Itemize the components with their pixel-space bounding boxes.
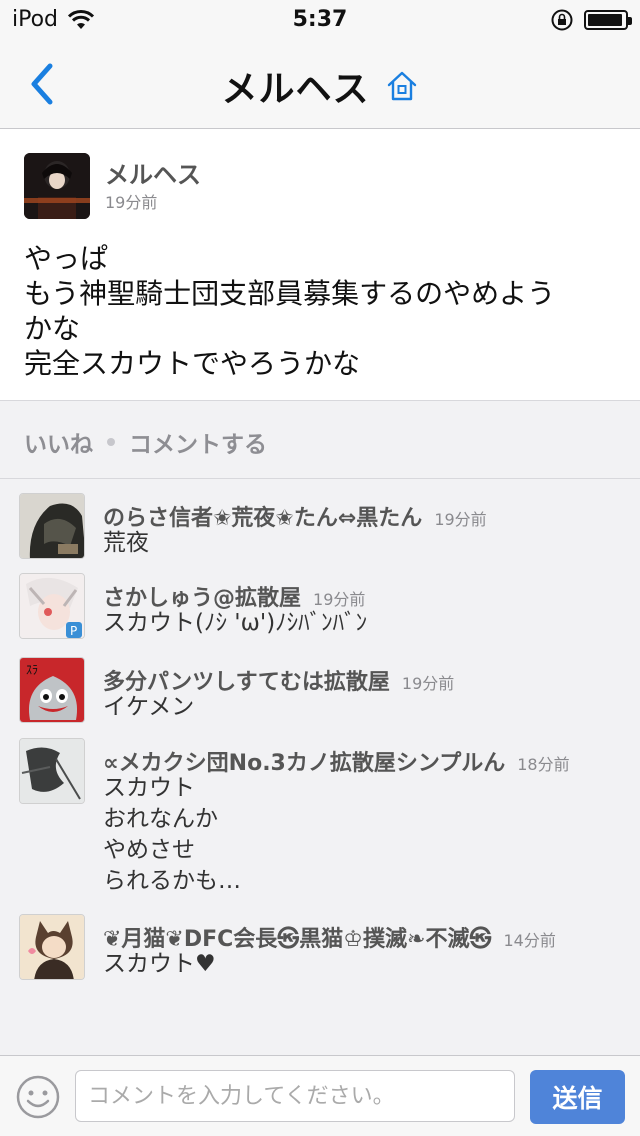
comment-avatar[interactable]: P xyxy=(19,573,85,639)
post-body-line: もう神聖騎士団支部員募集するのやめよう xyxy=(24,277,556,310)
comment-text-line: スカウト♥ xyxy=(103,951,216,977)
svg-text:P: P xyxy=(70,624,77,638)
comment-input-bar: 送信 xyxy=(0,1055,640,1136)
comment-time: 19分前 xyxy=(434,510,487,529)
comment-text-line: やめさせ xyxy=(103,837,195,863)
comment-author[interactable]: のらさ信者✬荒夜✬たん⇔黒たん 19分前 xyxy=(103,500,487,532)
comment-text-line: スカウト(ﾉｼ 'ω')ﾉｼﾊﾞﾝﾊﾞﾝ xyxy=(103,610,368,636)
emoji-button[interactable] xyxy=(15,1074,61,1120)
comment-time: 19分前 xyxy=(313,590,366,609)
actions-row: いいね コメントする xyxy=(24,425,267,459)
nav-bar: メルヘス xyxy=(0,40,640,129)
clock: 5:37 xyxy=(292,7,348,32)
page-title: メルヘス xyxy=(221,69,370,110)
nav-title-group: メルヘス xyxy=(0,60,640,112)
battery-icon xyxy=(584,10,632,30)
comment-text-line: られるかも… xyxy=(103,868,241,894)
post-body-line: やっぱ xyxy=(24,242,109,275)
post-time: 19分前 xyxy=(105,193,158,212)
comment-author-name: のらさ信者✬荒夜✬たん⇔黒たん xyxy=(103,506,423,531)
comment-time: 14分前 xyxy=(503,931,556,950)
separator-dot xyxy=(107,438,115,446)
rotation-lock-icon xyxy=(551,9,573,31)
comment-avatar[interactable] xyxy=(19,738,85,804)
avatar-image: P xyxy=(20,574,84,638)
avatar-image xyxy=(20,739,84,803)
post-body-line: 完全スカウトでやろうかな xyxy=(24,347,361,380)
comment-text: スカウト♥ xyxy=(103,949,216,980)
home-icon[interactable] xyxy=(385,69,419,103)
comment-text: スカウト おれなんか やめさせ られるかも… xyxy=(103,773,241,897)
comment-text-line: イケメン xyxy=(103,694,195,720)
post-body-line: かな xyxy=(24,312,81,345)
comment-avatar[interactable]: ｽﾗ xyxy=(19,657,85,723)
avatar-image xyxy=(20,915,84,979)
comment-avatar[interactable] xyxy=(19,914,85,980)
comment-text: イケメン xyxy=(103,692,194,723)
post-card: メルヘス 19分前 やっぱ もう神聖騎士団支部員募集するのやめよう かな 完全ス… xyxy=(0,129,640,401)
screen: iPod 5:37 メルヘス メルヘス 19分前 やっぱ もう神聖騎士団支部員募… xyxy=(0,0,640,1136)
comment-text-line: スカウト xyxy=(103,775,195,801)
avatar-image: ｽﾗ xyxy=(20,658,84,722)
post-body: やっぱ もう神聖騎士団支部員募集するのやめよう かな 完全スカウトでやろうかな xyxy=(24,241,614,381)
comment-button[interactable]: コメントする xyxy=(129,425,267,459)
comment-avatar[interactable] xyxy=(19,493,85,559)
send-button[interactable]: 送信 xyxy=(530,1070,625,1124)
comment-text: 荒夜 xyxy=(103,528,149,559)
comment-text: スカウト(ﾉｼ 'ω')ﾉｼﾊﾞﾝﾊﾞﾝ xyxy=(103,608,367,639)
status-bar: iPod 5:37 xyxy=(0,0,640,40)
comment-time: 18分前 xyxy=(517,755,570,774)
comment-text-line: おれなんか xyxy=(103,806,218,832)
post-actions: いいね コメントする xyxy=(0,401,640,479)
comment-input[interactable] xyxy=(75,1070,515,1122)
post-author[interactable]: メルヘス xyxy=(105,155,201,190)
smiley-icon xyxy=(16,1075,60,1119)
comment-time: 19分前 xyxy=(401,674,455,693)
comment-text-line: 荒夜 xyxy=(103,530,149,556)
status-right xyxy=(550,8,632,32)
post-avatar[interactable] xyxy=(24,153,90,219)
svg-text:ｽﾗ: ｽﾗ xyxy=(26,663,38,677)
avatar-image xyxy=(20,494,84,558)
avatar-image xyxy=(24,153,90,219)
like-button[interactable]: いいね xyxy=(24,425,93,459)
